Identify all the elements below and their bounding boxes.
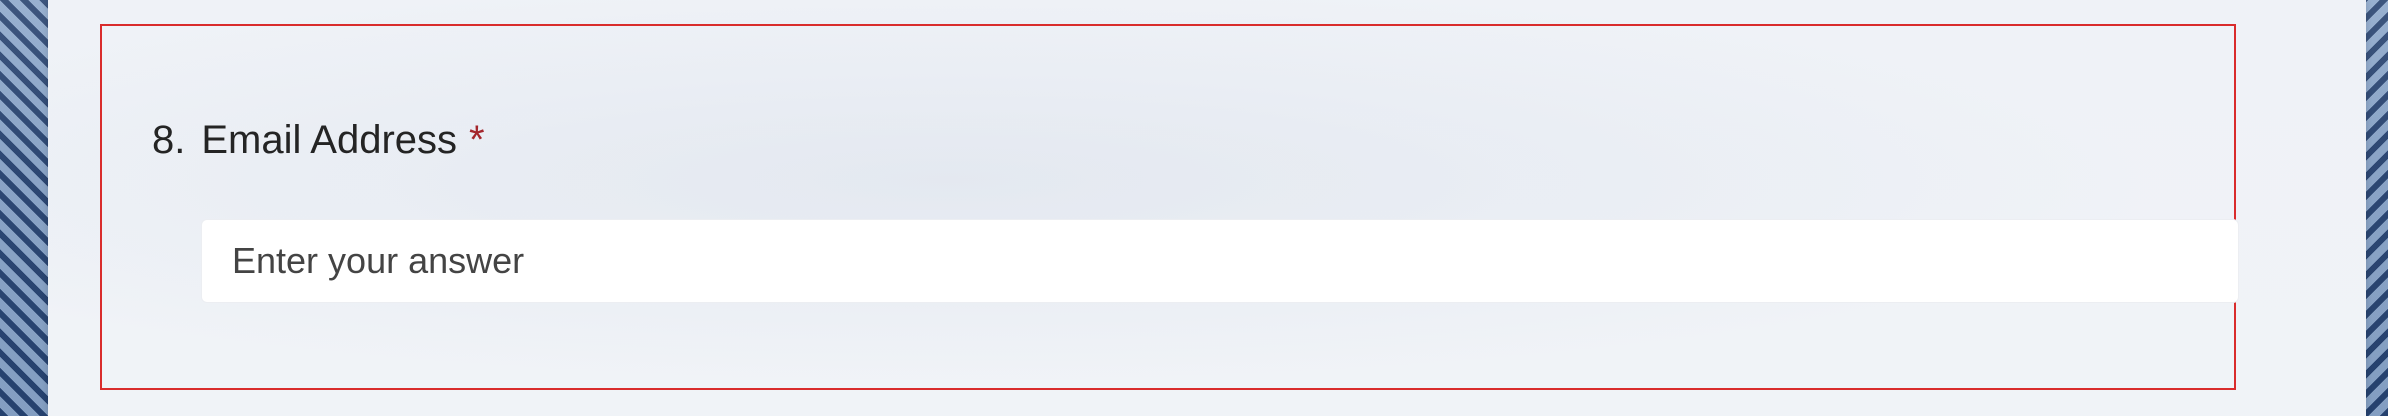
background-photo-left xyxy=(0,0,48,416)
email-answer-input[interactable] xyxy=(201,219,2239,303)
required-asterisk: * xyxy=(469,118,485,162)
question-email-address: 8. Email Address * xyxy=(100,24,2239,390)
question-title: 8. Email Address * xyxy=(152,118,485,163)
question-number: 8. xyxy=(152,118,186,162)
question-label: Email Address xyxy=(201,118,458,162)
form-card: 8. Email Address * xyxy=(48,0,2366,416)
